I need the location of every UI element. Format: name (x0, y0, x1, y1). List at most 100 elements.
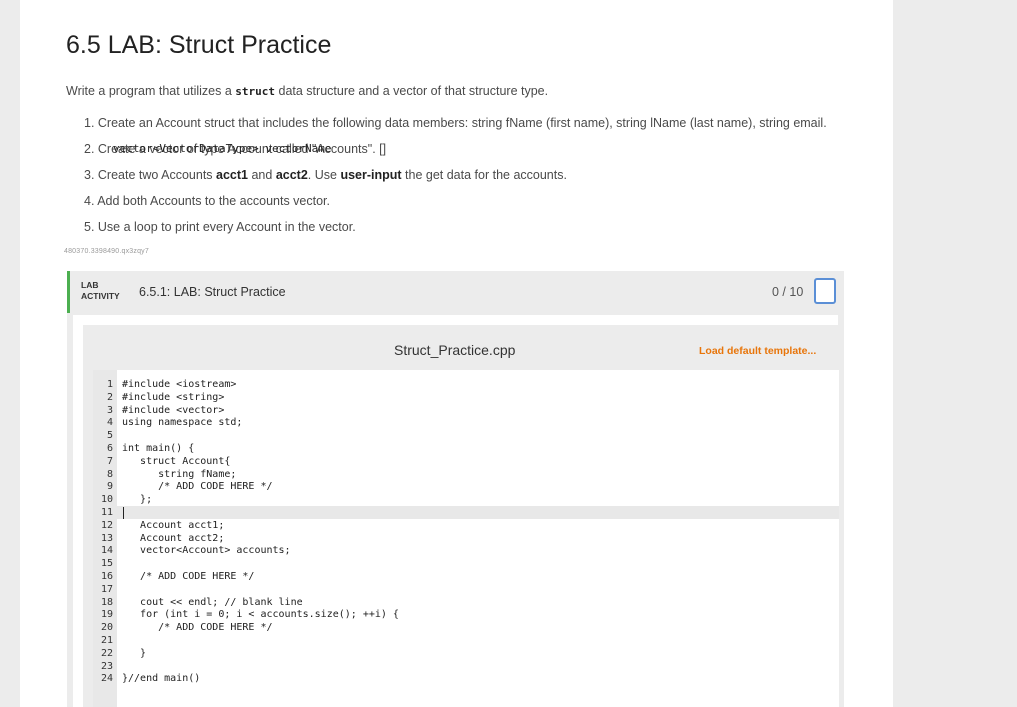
code-line[interactable]: 17 (93, 583, 839, 596)
line-number: 24 (100, 673, 113, 685)
step-3-rest: the get data for the accounts. (401, 168, 567, 182)
file-name: Struct_Practice.cpp (394, 342, 516, 358)
code-line[interactable]: 18 cout << endl; // blank line (93, 596, 839, 609)
line-number: 22 (100, 647, 113, 659)
line-number: 13 (100, 532, 113, 544)
code-text[interactable]: /* ADD CODE HERE */ (122, 621, 272, 634)
code-editor[interactable]: 1 #include <iostream> 2 #include <string> 3 #… (93, 370, 839, 707)
code-text[interactable]: /* ADD CODE HERE */ (122, 480, 272, 493)
lab-header: LAB ACTIVITY 6.5.1: LAB: Struct Practice… (67, 271, 844, 313)
code-line[interactable]: 8 string fName; (93, 468, 839, 481)
code-line[interactable]: 5 (93, 429, 839, 442)
score-checkbox (814, 278, 836, 304)
line-number: 14 (100, 545, 113, 557)
code-line[interactable]: 14 vector<Account> accounts; (93, 544, 839, 557)
lab-activity-label: LAB ACTIVITY (81, 280, 120, 302)
line-number: 6 (106, 443, 113, 454)
text-cursor (123, 507, 124, 519)
code-text[interactable]: int main() { (122, 442, 194, 455)
editor-panel-inner: Struct_Practice.cpp Load default templat… (83, 325, 839, 707)
lab-label-top: LAB (81, 280, 99, 290)
step-3-and: and (248, 168, 276, 182)
code-line[interactable]: 12 Account acct1; (93, 519, 839, 532)
code-text[interactable]: using namespace std; (122, 416, 242, 429)
code-line[interactable]: 9 /* ADD CODE HERE */ (93, 480, 839, 493)
code-line[interactable]: 23 (93, 660, 839, 673)
line-number: 15 (100, 558, 113, 570)
code-text[interactable]: #include <vector> (122, 404, 224, 417)
step-3-acct2: acct2 (275, 168, 308, 182)
line-number: 16 (100, 571, 113, 582)
page-content: 6.5 LAB: Struct Practice Write a program… (20, 0, 893, 707)
code-line[interactable]: 6 int main() { (93, 442, 839, 455)
editor-panel: Struct_Practice.cpp Load default templat… (73, 315, 839, 707)
line-number: 17 (100, 583, 113, 595)
code-line[interactable]: 20 /* ADD CODE HERE */ (93, 621, 839, 634)
line-number: 23 (100, 660, 113, 672)
step-2-bracket: ] (382, 142, 387, 156)
step-5: 5. Use a loop to print every Account in … (84, 220, 356, 234)
code-line[interactable]: 7 struct Account{ (93, 455, 839, 468)
step-3-use: . Use (307, 168, 341, 182)
code-line[interactable]: 10 }; (93, 493, 839, 506)
code-text[interactable]: Account acct2; (122, 532, 224, 545)
line-number: 20 (100, 622, 113, 634)
code-text[interactable]: }//end main() (122, 672, 200, 685)
intro-text: Write a program that utilizes a struct d… (66, 84, 548, 98)
code-line[interactable]: 3 #include <vector> (93, 404, 839, 417)
code-text[interactable]: }; (122, 493, 152, 506)
code-line[interactable]: 22 } (93, 647, 839, 660)
code-line[interactable]: 16 /* ADD CODE HERE */ (93, 570, 839, 583)
line-number: 2 (106, 391, 113, 403)
step-1: 1. Create an Account struct that include… (84, 116, 827, 130)
line-number: 1 (106, 379, 113, 390)
intro-text-start: Write a program that utilizes a (66, 84, 236, 98)
step-2-code: vector<VectorDataType> vectorName (113, 142, 332, 155)
line-number: 9 (106, 481, 113, 493)
code-line[interactable]: 13 Account acct2; (93, 532, 839, 545)
step-2: 2. Create a vector of type Account calle… (84, 142, 827, 168)
step-3-text: 3. Create two Accounts (84, 168, 217, 182)
lab-label-bottom: ACTIVITY (81, 291, 120, 301)
step-3-acct1: acct1 (216, 168, 248, 182)
code-text[interactable]: for (int i = 0; i < accounts.size(); ++i… (122, 608, 399, 621)
step-3: 3. Create two Accounts acct1 and acct2. … (84, 168, 827, 194)
code-text[interactable]: cout << endl; // blank line (122, 596, 303, 609)
code-line[interactable]: 19 for (int i = 0; i < accounts.size(); … (93, 608, 839, 621)
lab-title: 6.5.1: LAB: Struct Practice (139, 285, 286, 299)
line-number: 10 (100, 494, 113, 506)
line-number: 12 (100, 519, 113, 531)
code-line[interactable]: 1 #include <iostream> (93, 378, 839, 391)
instructions-list: 1. Create an Account struct that include… (84, 116, 827, 246)
code-line[interactable]: 4 using namespace std; (93, 416, 839, 429)
activity-tag: 480370.3398490.qx3zqy7 (64, 248, 149, 255)
code-line[interactable]: 15 (93, 557, 839, 570)
code-text[interactable]: string fName; (122, 468, 236, 481)
code-text[interactable]: Account acct1; (122, 519, 224, 532)
step-3-user-input: user-input (340, 168, 402, 182)
code-line[interactable]: 11 (93, 506, 839, 519)
lab-activity: LAB ACTIVITY 6.5.1: LAB: Struct Practice… (67, 271, 844, 707)
step-4: 4. Add both Accounts to the accounts vec… (84, 194, 330, 208)
line-number: 11 (100, 507, 113, 518)
code-text[interactable]: vector<Account> accounts; (122, 544, 291, 557)
code-text[interactable]: /* ADD CODE HERE */ (122, 570, 254, 583)
line-number: 19 (100, 609, 113, 621)
code-line[interactable]: 21 (93, 634, 839, 647)
intro-text-end: data structure and a vector of that stru… (275, 84, 549, 98)
line-number: 8 (106, 468, 113, 480)
line-number: 21 (100, 635, 113, 646)
code-text[interactable]: #include <iostream> (122, 378, 236, 391)
line-number: 7 (106, 455, 113, 467)
line-number: 5 (106, 430, 113, 442)
load-default-template-link[interactable]: Load default template... (699, 345, 816, 357)
code-text[interactable]: #include <string> (122, 391, 224, 404)
code-text[interactable]: struct Account{ (122, 455, 230, 468)
page-title: 6.5 LAB: Struct Practice (66, 31, 332, 59)
line-number: 18 (100, 596, 113, 608)
score: 0 / 10 (772, 285, 804, 299)
code-line[interactable]: 2 #include <string> (93, 391, 839, 404)
code-text[interactable]: } (122, 647, 146, 660)
code-line[interactable]: 24 }//end main() (93, 672, 839, 685)
intro-code: struct (235, 85, 276, 98)
